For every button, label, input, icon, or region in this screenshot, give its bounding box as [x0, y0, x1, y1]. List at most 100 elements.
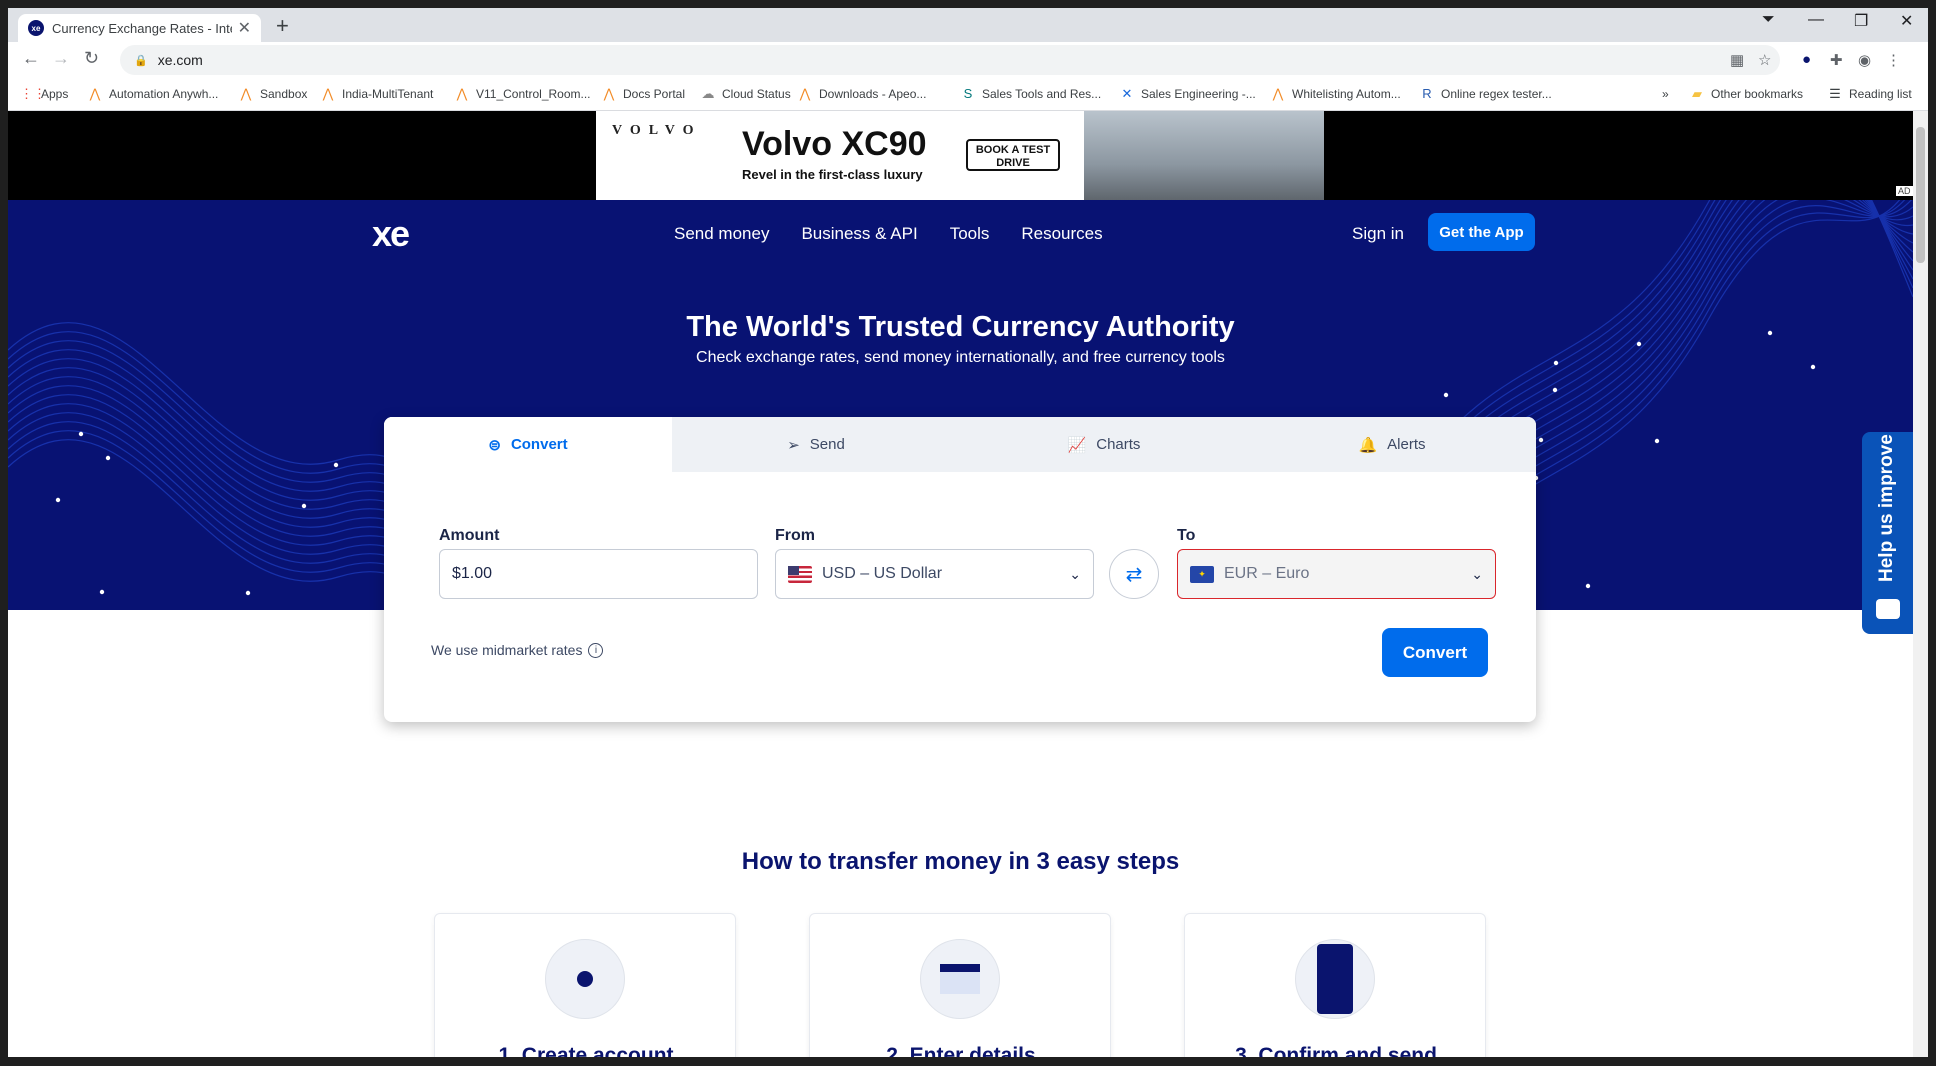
- amount-label: Amount: [439, 527, 500, 544]
- puzzle-extensions-icon[interactable]: ✚: [1830, 51, 1843, 69]
- profile-avatar-icon[interactable]: ◉: [1858, 51, 1871, 69]
- bookmark-item[interactable]: ⋀ Whitelisting Autom...: [1271, 87, 1401, 102]
- tab-convert[interactable]: ⊜ Convert: [384, 417, 672, 472]
- us-flag-icon: [788, 565, 812, 583]
- new-tab-button[interactable]: +: [276, 13, 289, 39]
- volvo-ad[interactable]: VOLVO Volvo XC90 Revel in the first-clas…: [596, 111, 1324, 200]
- adchoices-icon[interactable]: AD: [1896, 186, 1913, 196]
- bookmark-item[interactable]: ⋮⋮ Apps: [20, 86, 69, 102]
- confluence-icon: ✕: [1121, 86, 1133, 101]
- ad-model: Volvo XC90: [742, 125, 927, 163]
- aa-icon: ⋀: [240, 86, 252, 101]
- browser-chrome: xe Currency Exchange Rates - Interr ✕ + …: [8, 8, 1928, 111]
- qr-code-icon[interactable]: ▦: [1730, 51, 1744, 69]
- step-card-enter-details: 2. Enter details: [809, 913, 1111, 1057]
- xe-logo[interactable]: xe: [372, 213, 420, 254]
- address-bar[interactable]: 🔒 xe.com: [120, 45, 1780, 75]
- bookmark-item[interactable]: ⋀ India-MultiTenant: [321, 87, 434, 102]
- sharepoint-icon: S: [963, 86, 973, 101]
- other-bookmarks[interactable]: ▰ Other bookmarks: [1690, 86, 1804, 102]
- tab-strip: xe Currency Exchange Rates - Interr ✕ + …: [8, 8, 1928, 42]
- ad-brand: VOLVO: [612, 123, 702, 138]
- bookmark-label: Apps: [41, 87, 69, 101]
- chevron-down-icon: ⌄: [1471, 565, 1483, 582]
- star-dot: [55, 497, 61, 503]
- star-dot: [105, 455, 111, 461]
- kebab-menu-icon[interactable]: ⋮: [1886, 51, 1901, 69]
- scrollbar-thumb[interactable]: [1916, 127, 1925, 263]
- close-window-button[interactable]: ✕: [1900, 11, 1913, 31]
- restore-button[interactable]: ❐: [1854, 11, 1868, 31]
- info-icon[interactable]: i: [588, 642, 604, 658]
- extension-icon[interactable]: ●: [1802, 51, 1811, 68]
- to-currency-select[interactable]: ✦ EUR – Euro ⌄: [1177, 549, 1496, 599]
- os-taskbar: [0, 1057, 1936, 1066]
- other-bookmarks-label: Other bookmarks: [1711, 87, 1804, 101]
- lock-icon: 🔒: [134, 54, 148, 67]
- tab-send[interactable]: ➢ Send: [672, 417, 960, 472]
- bookmark-label: Cloud Status: [722, 87, 791, 101]
- bookmark-item[interactable]: ⋀ Downloads - Apeo...: [798, 86, 927, 102]
- star-dot: [78, 431, 84, 437]
- bookmark-item[interactable]: ⋀ Docs Portal: [602, 86, 685, 102]
- enter-details-illustration-icon: [920, 939, 1000, 1019]
- bookmark-label: India-MultiTenant: [342, 87, 434, 101]
- minimize-button[interactable]: —: [1808, 11, 1824, 29]
- profile-menu-icon[interactable]: ⏷: [1762, 11, 1775, 29]
- ad-car-image: [1084, 111, 1324, 200]
- browser-toolbar: ← → ↻ 🔒 xe.com ▦ ☆ ● ✚ ◉ ⋮: [8, 42, 1928, 78]
- bookmark-item[interactable]: S Sales Tools and Res...: [961, 86, 1102, 102]
- reading-list[interactable]: ☰ Reading list: [1828, 86, 1912, 102]
- hero-title: The World's Trusted Currency Authority: [686, 311, 1235, 343]
- bookmark-item[interactable]: ⋀ V11_Control_Room...: [455, 87, 591, 102]
- star-dot: [1538, 437, 1544, 443]
- bookmark-label: Sandbox: [260, 87, 308, 101]
- bookmark-item[interactable]: ⋀ Sandbox: [239, 86, 308, 102]
- browser-tab[interactable]: xe Currency Exchange Rates - Interr ✕: [18, 14, 261, 42]
- main-nav: Send money Business & API Tools Resource…: [674, 224, 1103, 244]
- cloud-icon: ☁: [701, 86, 715, 101]
- forward-icon[interactable]: →: [52, 48, 70, 69]
- send-icon: ➢: [787, 436, 800, 454]
- convert-button[interactable]: Convert: [1382, 628, 1488, 677]
- sign-in-link[interactable]: Sign in: [1352, 224, 1404, 244]
- vertical-scrollbar[interactable]: [1913, 111, 1928, 1057]
- bookmark-item[interactable]: ⋀ Automation Anywh...: [88, 87, 219, 102]
- feedback-tab[interactable]: Help us improve: [1862, 432, 1913, 634]
- tab-title: Currency Exchange Rates - Interr: [52, 20, 232, 36]
- nav-send-money[interactable]: Send money: [674, 224, 769, 244]
- close-tab-icon[interactable]: ✕: [238, 18, 251, 38]
- reading-list-label: Reading list: [1849, 87, 1912, 101]
- bookmark-item[interactable]: R Online regex tester...: [1420, 87, 1552, 102]
- chat-bubble-icon: [1876, 599, 1900, 619]
- nav-resources[interactable]: Resources: [1021, 224, 1102, 244]
- feedback-label: Help us improve: [1876, 434, 1897, 582]
- convert-icon: ⊜: [488, 436, 501, 454]
- bookmark-star-icon[interactable]: ☆: [1758, 51, 1771, 69]
- bookmark-label: Automation Anywh...: [109, 87, 219, 101]
- back-icon[interactable]: ←: [22, 48, 40, 69]
- to-value: EUR – Euro: [1224, 565, 1310, 582]
- apps-grid-icon: ⋮⋮: [20, 86, 46, 101]
- bookmarks-bar: ⋮⋮ Apps ⋀ Automation Anywh... ⋀ Sandbox ⋀ India…: [8, 78, 1928, 111]
- page-viewport: VOLVO Volvo XC90 Revel in the first-clas…: [8, 111, 1913, 1057]
- tab-charts[interactable]: 📈 Charts: [960, 417, 1248, 472]
- bookmark-label: Online regex tester...: [1441, 87, 1552, 101]
- bookmarks-overflow-button[interactable]: »: [1662, 87, 1669, 101]
- reload-icon[interactable]: ↻: [84, 48, 99, 69]
- swap-currencies-button[interactable]: ⇄: [1109, 549, 1159, 599]
- aa-icon: ⋀: [799, 86, 811, 101]
- nav-business-api[interactable]: Business & API: [801, 224, 917, 244]
- amount-input[interactable]: $1.00: [439, 549, 758, 599]
- bookmark-item[interactable]: ✕ Sales Engineering -...: [1120, 86, 1256, 102]
- bookmark-label: Whitelisting Autom...: [1292, 87, 1401, 101]
- tab-alerts[interactable]: 🔔 Alerts: [1248, 417, 1536, 472]
- ad-cta-button[interactable]: BOOK A TEST DRIVE: [966, 139, 1060, 171]
- reading-list-icon: ☰: [1829, 86, 1841, 101]
- get-app-button[interactable]: Get the App: [1428, 213, 1535, 251]
- folder-icon: ▰: [1692, 86, 1702, 101]
- nav-tools[interactable]: Tools: [950, 224, 990, 244]
- from-currency-select[interactable]: USD – US Dollar ⌄: [775, 549, 1094, 599]
- aa-icon: ⋀: [603, 86, 615, 101]
- bookmark-item[interactable]: ☁ Cloud Status: [701, 86, 791, 102]
